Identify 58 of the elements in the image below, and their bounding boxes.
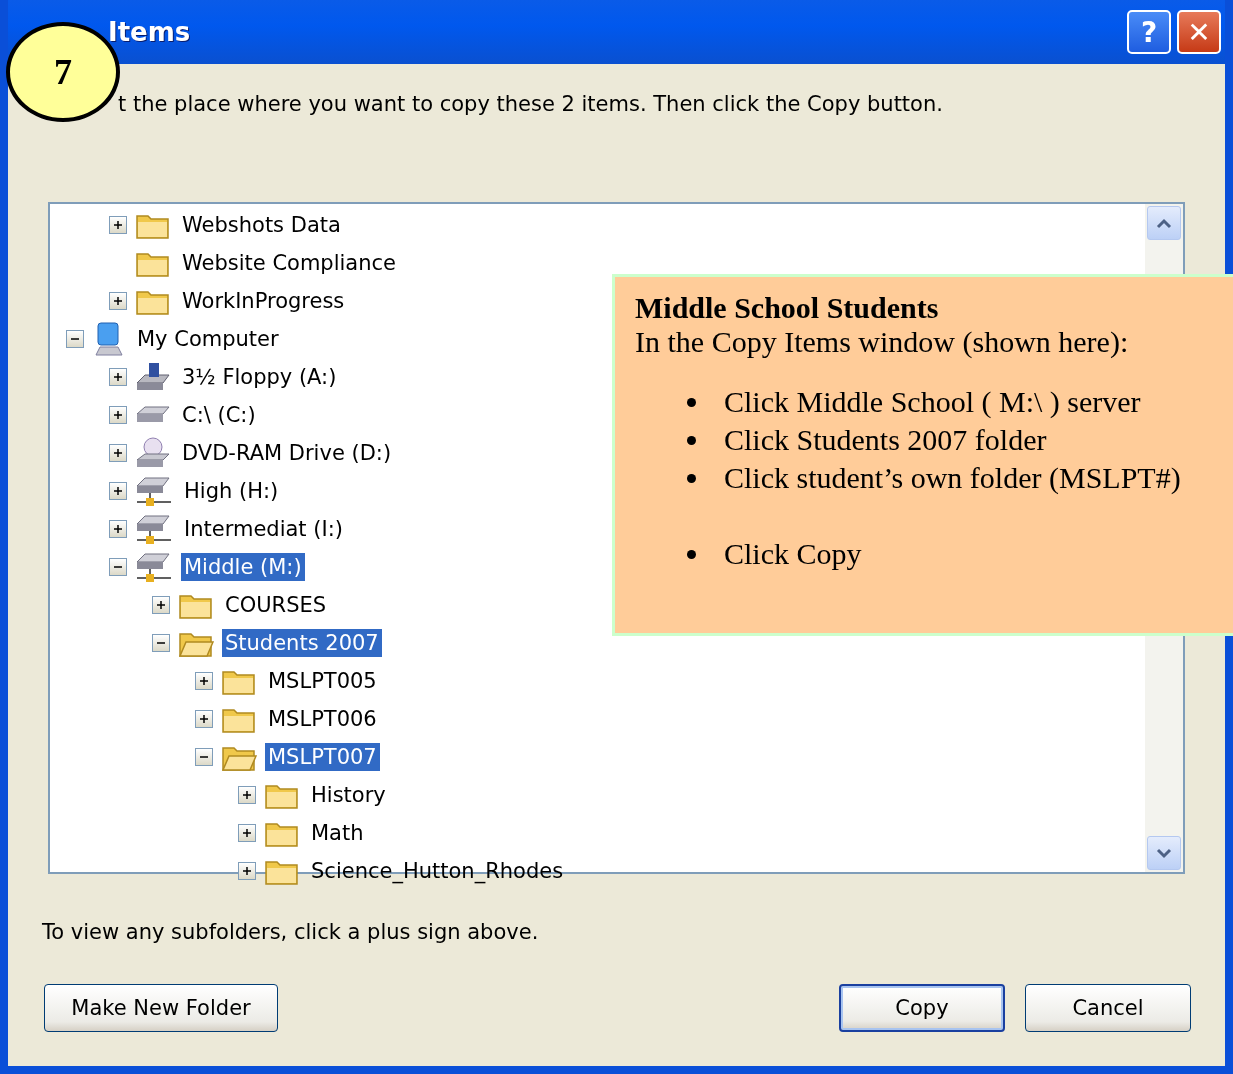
tree-item[interactable]: Middle (M:) — [181, 553, 305, 581]
tree-item[interactable]: Website Compliance — [179, 249, 399, 277]
tree-item[interactable]: MSLPT006 — [265, 705, 380, 733]
collapse-minus-icon[interactable] — [109, 558, 127, 576]
tree-item[interactable]: Students 2007 — [222, 629, 382, 657]
tree-item[interactable]: High (H:) — [181, 477, 282, 505]
tree-item[interactable]: Science_Hutton_Rhodes — [308, 857, 567, 885]
collapse-minus-icon[interactable] — [152, 634, 170, 652]
expand-plus-icon[interactable] — [195, 672, 213, 690]
network-drive-icon — [135, 474, 173, 508]
chevron-down-icon — [1155, 847, 1173, 859]
dialog-button[interactable]: Cancel — [1025, 984, 1191, 1032]
dialog-button[interactable]: Copy — [839, 984, 1005, 1032]
note-title: Middle School Students — [635, 291, 940, 325]
expand-plus-icon[interactable] — [238, 862, 256, 880]
expand-plus-icon[interactable] — [109, 216, 127, 234]
note-bullet: Click student’s own folder (MSLPT#) — [687, 459, 1229, 497]
expand-plus-icon[interactable] — [109, 444, 127, 462]
expand-plus-icon[interactable] — [109, 520, 127, 538]
collapse-minus-icon[interactable] — [66, 330, 84, 348]
note-bullet: Click Middle School ( M:\ ) server — [687, 383, 1229, 421]
expand-plus-icon[interactable] — [109, 406, 127, 424]
chevron-up-icon — [1155, 217, 1173, 229]
cd-drive-icon — [135, 436, 171, 470]
expand-plus-icon[interactable] — [238, 786, 256, 804]
network-drive-icon — [135, 550, 173, 584]
expand-plus-icon[interactable] — [238, 824, 256, 842]
tree-item[interactable]: Intermediat (I:) — [181, 515, 346, 543]
expand-plus-icon[interactable] — [109, 482, 127, 500]
tree-item[interactable]: MSLPT007 — [265, 743, 380, 771]
expand-plus-icon[interactable] — [109, 368, 127, 386]
network-drive-icon — [135, 512, 173, 546]
scroll-up-button[interactable] — [1147, 206, 1181, 240]
floppy-drive-icon — [135, 361, 171, 393]
tree-item[interactable]: My Computer — [134, 325, 282, 353]
tree-item[interactable]: MSLPT005 — [265, 667, 380, 695]
tree-item[interactable]: DVD-RAM Drive (D:) — [179, 439, 395, 467]
tree-item[interactable]: Math — [308, 819, 367, 847]
hint-text: To view any subfolders, click a plus sign above. — [42, 920, 540, 944]
computer-icon — [92, 321, 126, 357]
note-bullet: Click Copy — [687, 535, 1229, 573]
help-button[interactable]: ? — [1127, 10, 1171, 54]
expand-plus-icon[interactable] — [152, 596, 170, 614]
tree-item[interactable]: C:\ (C:) — [179, 401, 259, 429]
tree-item[interactable]: COURSES — [222, 591, 330, 619]
tree-item[interactable]: History — [308, 781, 389, 809]
expand-plus-icon[interactable] — [109, 292, 127, 310]
tree-item[interactable]: 3½ Floppy (A:) — [179, 363, 340, 391]
tree-item[interactable]: Webshots Data — [179, 211, 344, 239]
close-button[interactable]: ✕ — [1177, 10, 1221, 54]
collapse-minus-icon[interactable] — [195, 748, 213, 766]
note-bullet: Click Students 2007 folder — [687, 421, 1229, 459]
expand-plus-icon[interactable] — [195, 710, 213, 728]
dialog-button[interactable]: Make New Folder — [44, 984, 278, 1032]
tree-item[interactable]: WorkInProgress — [179, 287, 348, 315]
note-subtitle: In the Copy Items window (shown here): — [635, 325, 1130, 359]
instruction-text: t the place where you want to copy these 2 items. Then click the Copy button. — [117, 92, 944, 118]
scroll-down-button[interactable] — [1147, 836, 1181, 870]
